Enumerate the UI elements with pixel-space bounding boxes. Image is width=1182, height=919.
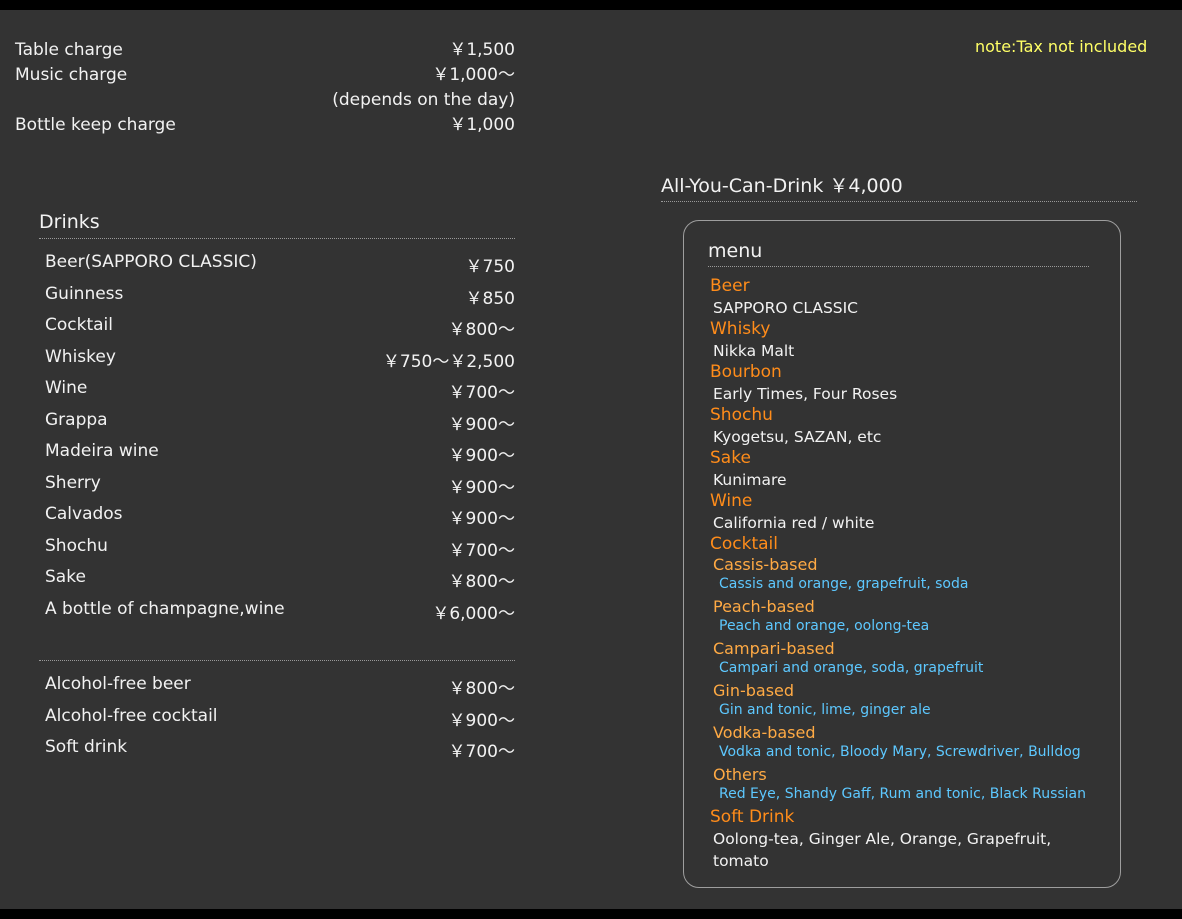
menu-subcategory: Vodka-based: [713, 723, 816, 742]
bottle-keep-charge-price: ￥1,000: [449, 115, 515, 135]
menu-items-whisky: Nikka Malt: [713, 342, 795, 360]
drink-row: Calvados ￥900～: [39, 501, 515, 533]
music-charge-label: Music charge: [15, 65, 128, 85]
menu-items-soft-drink: Oolong-tea, Ginger Ale, Orange, Grapefru…: [713, 830, 1052, 870]
menu-category-soft-drink: Soft Drink: [710, 807, 795, 827]
menu-items-beer: SAPPORO CLASSIC: [713, 299, 859, 317]
drink-row: Beer(SAPPORO CLASSIC) ￥750: [39, 249, 515, 281]
menu-subcategory: Peach-based: [713, 597, 815, 616]
bottle-keep-charge-label: Bottle keep charge: [15, 115, 176, 135]
drink-price: ￥900～: [448, 446, 515, 466]
menu-subcategory-items: Cassis and orange, grapefruit, soda: [719, 576, 969, 592]
drink-name: Calvados: [45, 504, 123, 524]
table-charge-label: Table charge: [15, 40, 123, 60]
drink-name: Cocktail: [45, 315, 113, 335]
drink-name: Guinness: [45, 283, 124, 304]
drink-row: A bottle of champagne,wine ￥6,000～: [39, 596, 515, 628]
drink-price: ￥850: [465, 288, 515, 309]
menu-items-bourbon: Early Times, Four Roses: [713, 385, 898, 403]
drink-price: ￥700～: [448, 742, 515, 762]
drink-row: Wine ￥700～: [39, 375, 515, 407]
menu-subcategory-items: Campari and orange, soda, grapefruit: [719, 660, 984, 676]
drink-row: Cocktail ￥800～: [39, 312, 515, 344]
menu-items-wine: California red / white: [713, 514, 875, 532]
menu-subcategory: Campari-based: [713, 639, 835, 658]
music-charge-price: ￥1,000～: [432, 65, 515, 85]
drink-price: ￥6,000～: [432, 603, 515, 624]
drink-price: ￥700～: [448, 383, 515, 403]
table-charge-price: ￥1,500: [449, 40, 515, 60]
drink-row: Sherry ￥900～: [39, 470, 515, 502]
non-alcoholic-list: Alcohol-free beer ￥800～ Alcohol-free cock…: [39, 671, 515, 766]
menu-category-shochu: Shochu: [710, 405, 773, 425]
menu-subcategory-items: Peach and orange, oolong-tea: [719, 618, 930, 634]
drink-price: ￥900～: [448, 710, 515, 731]
all-you-can-drink-title: All-You-Can-Drink ￥4,000: [661, 174, 1137, 202]
music-charge-note: (depends on the day): [332, 90, 515, 110]
drink-price: ￥900～: [448, 477, 515, 498]
drink-price: ￥900～: [448, 414, 515, 435]
drink-row: Sake ￥800～: [39, 564, 515, 596]
drink-name: Beer(SAPPORO CLASSIC): [45, 252, 257, 272]
bottle-keep-charge-row: Bottle keep charge ￥1,000: [15, 115, 515, 140]
menu-items-shochu: Kyogetsu, SAZAN, etc: [713, 428, 882, 446]
drinks-list: Beer(SAPPORO CLASSIC) ￥750 Guinness ￥850 C…: [39, 249, 515, 627]
menu-subcategory-items: Red Eye, Shandy Gaff, Rum and tonic, Bla…: [719, 786, 1086, 802]
drink-name: A bottle of champagne,wine: [45, 598, 285, 619]
drinks-section: Drinks Beer(SAPPORO CLASSIC) ￥750 Guinnes…: [39, 210, 515, 766]
drink-name: Wine: [45, 378, 88, 398]
menu-subcategory-items: Gin and tonic, lime, ginger ale: [719, 702, 931, 718]
section-divider: [39, 660, 515, 661]
drink-name: Shochu: [45, 535, 108, 556]
drink-row: Whiskey ￥750～￥2,500: [39, 344, 515, 376]
drink-price: ￥800～: [448, 572, 515, 592]
menu-page: Table charge ￥1,500 Music charge ￥1,000～…: [0, 10, 1182, 909]
drink-name: Whiskey: [45, 346, 116, 367]
drink-name: Sake: [45, 567, 86, 587]
menu-category-beer: Beer: [710, 276, 750, 296]
menu-subcategory-items: Vodka and tonic, Bloody Mary, Screwdrive…: [719, 744, 1081, 760]
drink-name: Madeira wine: [45, 441, 159, 461]
drink-price: ￥800～: [448, 320, 515, 340]
drink-row: Grappa ￥900～: [39, 407, 515, 439]
music-charge-note-row: (depends on the day): [15, 90, 515, 115]
drink-row: Alcohol-free beer ￥800～: [39, 671, 515, 703]
menu-subcategory: Others: [713, 765, 767, 784]
menu-list: Beer SAPPORO CLASSIC Whisky Nikka Malt B…: [710, 276, 1110, 872]
drink-row: Soft drink ￥700～: [39, 734, 515, 766]
all-you-can-drink-section: All-You-Can-Drink ￥4,000 menu Beer SAPPO…: [661, 174, 1137, 888]
tax-note: note:Tax not included: [975, 37, 1148, 56]
drinks-title: Drinks: [39, 210, 515, 239]
drink-name: Alcohol-free cocktail: [45, 705, 218, 726]
menu-subcategory: Cassis-based: [713, 555, 818, 574]
drink-name: Grappa: [45, 409, 108, 430]
drink-price: ￥750～￥2,500: [382, 351, 515, 372]
menu-category-sake: Sake: [710, 448, 751, 468]
drink-row: Alcohol-free cocktail ￥900～: [39, 703, 515, 735]
drink-price: ￥700～: [448, 540, 515, 561]
drink-price: ￥900～: [448, 509, 515, 529]
menu-items-sake: Kunimare: [713, 471, 787, 489]
table-charge-row: Table charge ￥1,500: [15, 40, 515, 65]
menu-box: menu Beer SAPPORO CLASSIC Whisky Nikka M…: [683, 220, 1121, 888]
menu-category-bourbon: Bourbon: [710, 362, 782, 382]
menu-category-cocktail: Cocktail: [710, 534, 778, 554]
music-charge-row: Music charge ￥1,000～: [15, 65, 515, 90]
menu-subcategory: Gin-based: [713, 681, 795, 700]
menu-category-whisky: Whisky: [710, 319, 771, 339]
drink-name: Soft drink: [45, 737, 128, 757]
drink-name: Alcohol-free beer: [45, 674, 191, 694]
menu-category-wine: Wine: [710, 491, 753, 511]
drink-name: Sherry: [45, 472, 101, 493]
drink-row: Shochu ￥700～: [39, 533, 515, 565]
drink-row: Guinness ￥850: [39, 281, 515, 313]
charges-section: Table charge ￥1,500 Music charge ￥1,000～…: [15, 40, 515, 140]
drink-price: ￥750: [465, 257, 515, 277]
drink-price: ￥800～: [448, 679, 515, 699]
menu-title: menu: [708, 239, 1089, 267]
drink-row: Madeira wine ￥900～: [39, 438, 515, 470]
